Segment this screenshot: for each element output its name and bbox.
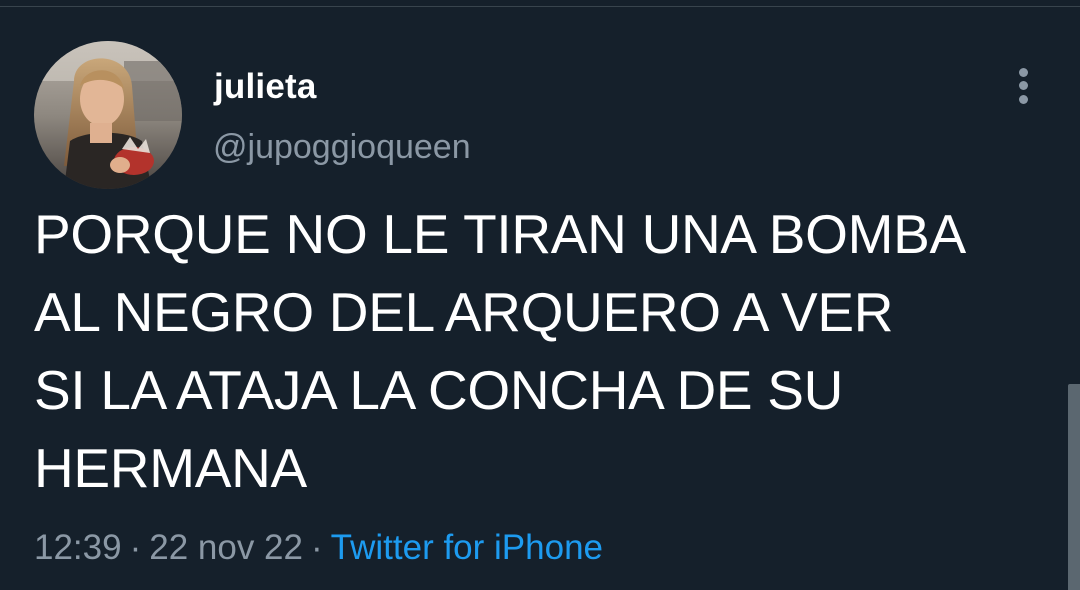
tweet-metadata: 12:39 · 22 nov 22 · Twitter for iPhone bbox=[34, 525, 603, 571]
scrollbar-thumb[interactable] bbox=[1068, 384, 1080, 590]
display-name[interactable]: julieta bbox=[214, 66, 317, 108]
tweet-card: julieta @jupoggioqueen PORQUE NO LE TIRA… bbox=[0, 0, 1080, 590]
tweet-time[interactable]: 12:39 bbox=[34, 528, 122, 567]
separator-dot: · bbox=[311, 528, 323, 567]
avatar-photo bbox=[34, 41, 182, 189]
user-handle[interactable]: @jupoggioqueen bbox=[213, 127, 471, 167]
tweet-source-link[interactable]: Twitter for iPhone bbox=[331, 528, 603, 567]
tweet-date[interactable]: 22 nov 22 bbox=[149, 528, 303, 567]
avatar[interactable] bbox=[34, 41, 182, 189]
more-dot-icon bbox=[1019, 81, 1028, 90]
more-dot-icon bbox=[1019, 68, 1028, 77]
separator-dot: · bbox=[129, 528, 142, 567]
more-dot-icon bbox=[1019, 95, 1028, 104]
tweet-text: PORQUE NO LE TIRAN UNA BOMBA AL NEGRO DE… bbox=[34, 203, 966, 499]
more-vertical-icon[interactable] bbox=[1004, 64, 1044, 108]
